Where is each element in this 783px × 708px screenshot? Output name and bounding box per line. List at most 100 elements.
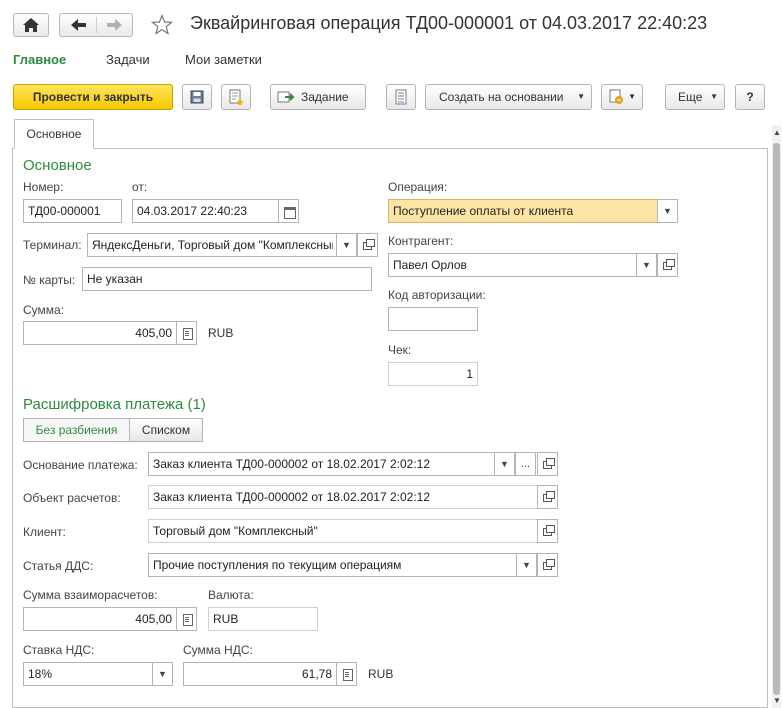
cash-flow-item-field[interactable]: Прочие поступления по текущим операциям (148, 553, 517, 577)
report-button[interactable] (386, 84, 416, 110)
counterparty-field[interactable]: Павел Орлов (388, 253, 637, 277)
section-main-title: Основное (23, 157, 92, 174)
amount-field-value: 405,00 (135, 326, 172, 340)
operation-dropdown-icon[interactable]: ▼ (657, 199, 678, 223)
post-and-close-button[interactable]: Провести и закрыть (13, 84, 173, 110)
operation-select[interactable]: Поступление оплаты от клиента (388, 199, 658, 223)
number-label: Номер: (23, 180, 64, 194)
currency-field[interactable]: RUB (208, 607, 318, 631)
print-icon (609, 89, 623, 104)
vat-rate-dropdown-icon[interactable]: ▼ (152, 662, 173, 686)
star-icon[interactable] (151, 14, 173, 36)
settlement-object-field-value: Заказ клиента ТД00-000002 от 18.02.2017 … (153, 490, 431, 504)
settlement-object-label: Объект расчетов: (23, 491, 121, 505)
calculator-icon[interactable] (336, 662, 357, 686)
print-menu-button[interactable]: ▼ (601, 84, 643, 110)
scroll-up-icon[interactable]: ▲ (773, 128, 781, 137)
terminal-field-value: ЯндексДеньги, Торговый дом "Комплексный" (92, 238, 333, 252)
date-label: от: (132, 180, 148, 194)
toggle-no-split[interactable]: Без разбиения (23, 418, 130, 442)
operation-select-value: Поступление оплаты от клиента (393, 204, 574, 218)
cash-flow-item-dropdown-icon[interactable]: ▼ (516, 553, 537, 577)
back-arrow-icon[interactable] (60, 14, 96, 36)
card-label: № карты: (23, 273, 76, 287)
payment-basis-label: Основание платежа: (23, 458, 138, 472)
chevron-down-icon: ▼ (628, 92, 636, 101)
home-icon (23, 18, 39, 32)
amount-label: Сумма: (23, 303, 65, 317)
card-field[interactable]: Не указан (82, 267, 372, 291)
home-button[interactable] (13, 13, 49, 37)
currency-field-value: RUB (213, 612, 239, 626)
vat-sum-field-value: 61,78 (301, 667, 332, 681)
operation-label: Операция: (388, 180, 448, 194)
calculator-icon[interactable] (176, 321, 197, 345)
create-based-on-button[interactable]: Создать на основании ▼ (425, 84, 592, 110)
save-icon (190, 90, 204, 104)
number-field-value: ТД00-000001 (28, 204, 101, 218)
vat-sum-label: Сумма НДС: (183, 643, 253, 657)
settlement-object-open-icon[interactable] (537, 485, 558, 509)
calculator-icon[interactable] (176, 607, 197, 631)
nav-tasks[interactable]: Задачи (106, 52, 150, 67)
settlement-object-field[interactable]: Заказ клиента ТД00-000002 от 18.02.2017 … (148, 485, 538, 509)
payment-basis-select-button[interactable]: ... (515, 452, 536, 476)
task-button-label: Задание (301, 90, 349, 104)
vat-sum-currency: RUB (368, 667, 394, 681)
vat-rate-label: Ставка НДС: (23, 643, 95, 657)
check-label: Чек: (388, 343, 412, 357)
calendar-icon[interactable] (278, 199, 299, 223)
client-label: Клиент: (23, 525, 66, 539)
currency-label: Валюта: (208, 588, 254, 602)
post-button[interactable] (221, 84, 251, 110)
nav-notes[interactable]: Мои заметки (185, 52, 262, 67)
cash-flow-item-open-icon[interactable] (537, 553, 558, 577)
terminal-dropdown-icon[interactable]: ▼ (336, 233, 357, 257)
vat-rate-field-value: 18% (28, 667, 53, 681)
payment-basis-field-value: Заказ клиента ТД00-000002 от 18.02.2017 … (153, 457, 431, 471)
more-button[interactable]: Еще ▼ (665, 84, 725, 110)
more-button-label: Еще (678, 90, 703, 104)
chevron-down-icon: ▼ (710, 92, 718, 101)
check-field[interactable]: 1 (388, 362, 478, 386)
vat-sum-field[interactable]: 61,78 (183, 662, 337, 686)
task-icon (277, 91, 295, 103)
payment-basis-open-icon[interactable] (537, 452, 558, 476)
client-field[interactable]: Торговый дом "Комплексный" (148, 519, 538, 543)
vat-rate-field[interactable]: 18% (23, 662, 154, 686)
client-open-icon[interactable] (537, 519, 558, 543)
date-field[interactable]: 04.03.2017 22:40:23 (132, 199, 279, 223)
counterparty-open-icon[interactable] (657, 253, 678, 277)
cash-flow-item-field-value: Прочие поступления по текущим операциям (153, 558, 402, 572)
counterparty-label: Контрагент: (388, 234, 454, 248)
nav-main[interactable]: Главное (13, 52, 66, 67)
history-nav (59, 13, 133, 37)
mutual-sum-field[interactable]: 405,00 (23, 607, 177, 631)
cash-flow-item-label: Статья ДДС: (23, 559, 94, 573)
task-button[interactable]: Задание (270, 84, 366, 110)
toggle-list[interactable]: Списком (129, 418, 203, 442)
payment-basis-dropdown-icon[interactable]: ▼ (494, 452, 515, 476)
forward-arrow-icon[interactable] (97, 14, 133, 36)
tab-main[interactable]: Основное (14, 119, 94, 149)
mutual-sum-field-value: 405,00 (135, 612, 172, 626)
chevron-down-icon: ▼ (577, 92, 585, 101)
scrollbar-thumb[interactable] (773, 143, 780, 695)
terminal-field[interactable]: ЯндексДеньги, Торговый дом "Комплексный" (87, 233, 338, 257)
save-button[interactable] (182, 84, 212, 110)
check-field-value: 1 (466, 367, 473, 381)
client-field-value: Торговый дом "Комплексный" (153, 524, 318, 538)
amount-field[interactable]: 405,00 (23, 321, 177, 345)
help-button[interactable]: ? (735, 84, 765, 110)
date-field-value: 04.03.2017 22:40:23 (137, 204, 248, 218)
counterparty-dropdown-icon[interactable]: ▼ (636, 253, 657, 277)
auth-code-field[interactable] (388, 307, 478, 331)
terminal-open-icon[interactable] (357, 233, 378, 257)
section-payment-title: Расшифровка платежа (1) (23, 396, 206, 413)
number-field[interactable]: ТД00-000001 (23, 199, 122, 223)
payment-basis-field[interactable]: Заказ клиента ТД00-000002 от 18.02.2017 … (148, 452, 495, 476)
create-based-on-label: Создать на основании (439, 90, 564, 104)
report-list-icon (395, 89, 407, 105)
terminal-label: Терминал: (23, 238, 82, 252)
amount-currency: RUB (208, 326, 234, 340)
